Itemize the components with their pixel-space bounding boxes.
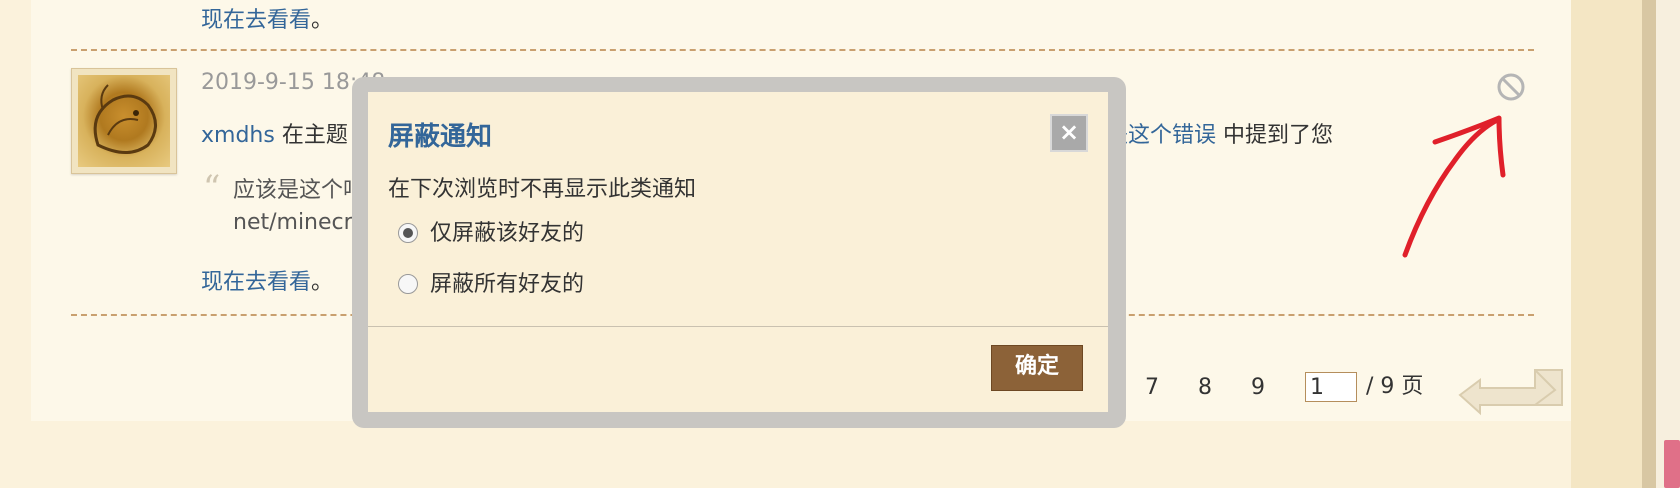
option-label[interactable]: 仅屏蔽该好友的	[430, 219, 584, 249]
dialog-description: 在下次浏览时不再显示此类通知	[388, 177, 697, 202]
page-total: / 9 页	[1366, 374, 1424, 399]
mentioned-text: 中提到了您	[1223, 123, 1334, 148]
block-icon[interactable]	[1496, 72, 1526, 102]
option-label[interactable]: 屏蔽所有好友的	[430, 270, 584, 300]
scrollbar-track[interactable]	[1656, 0, 1680, 488]
next-page-arrow-icon	[1458, 369, 1563, 416]
notification-text: xmdhs 在主题 A 是这个错误 中提到了您	[201, 117, 1333, 149]
dialog-separator	[368, 326, 1108, 327]
page-link-8[interactable]: 8	[1183, 355, 1227, 421]
avatar[interactable]	[71, 68, 177, 174]
go-link[interactable]: 现在去看看。	[201, 264, 333, 296]
next-page-button[interactable]	[1450, 355, 1571, 421]
go-link-text[interactable]: 现在去看看	[201, 270, 311, 295]
period: 。	[311, 8, 334, 33]
go-link-text[interactable]: 现在去看看	[201, 8, 311, 33]
previous-go-link[interactable]: 现在去看看。	[201, 2, 333, 34]
annotation-arrow	[1402, 115, 1506, 258]
in-topic-text: 在主题	[281, 123, 348, 148]
divider	[71, 49, 1534, 51]
dialog-title: 屏蔽通知	[388, 122, 493, 152]
right-margin	[1571, 0, 1642, 488]
radio-button-checked[interactable]	[398, 223, 418, 243]
quote-line-1: 应该是这个吧	[233, 178, 366, 203]
page-link-7[interactable]: 7	[1130, 355, 1174, 421]
scrollbar-thumb[interactable]	[1664, 440, 1680, 488]
period: 。	[311, 270, 334, 295]
radio-button[interactable]	[398, 274, 418, 294]
block-notification-dialog: 屏蔽通知 × 在下次浏览时不再显示此类通知 仅屏蔽该好友的 屏蔽所有好友的 确定	[368, 92, 1108, 412]
confirm-button[interactable]: 确定	[991, 345, 1083, 391]
page-link-9[interactable]: 9	[1236, 355, 1280, 421]
user-link[interactable]: xmdhs	[201, 123, 275, 148]
page-edge	[1642, 0, 1656, 488]
quote-icon: “	[203, 168, 221, 208]
avatar-drawing	[93, 84, 157, 154]
page-input[interactable]: 1	[1305, 372, 1357, 402]
close-icon[interactable]: ×	[1050, 114, 1088, 152]
